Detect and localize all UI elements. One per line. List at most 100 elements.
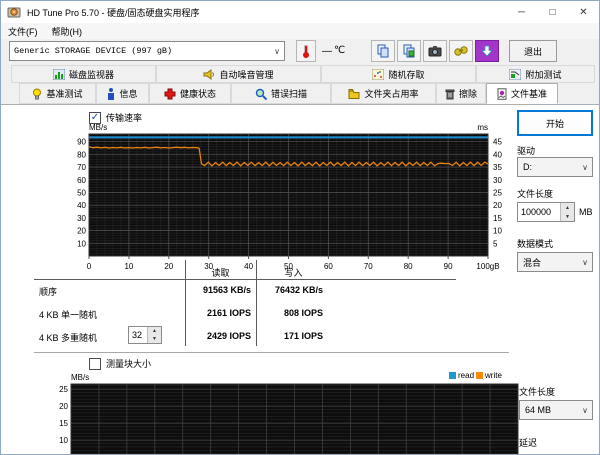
copy-icon [376,44,390,58]
tab-row-primary: 基准测试 信息 健康状态 错误扫描 文件夹占用率 擦除 文件基准 [19,83,558,104]
device-select-value: Generic STORAGE DEVICE (997 gB) [14,46,172,56]
menu-help[interactable]: 帮助(H) [45,25,90,38]
row-4k-multi-write: 171 IOPS [263,331,323,341]
stepper-up-icon: ▲ [148,327,161,335]
file-length2-select[interactable]: 64 MB ∨ [519,400,593,420]
svg-text:90: 90 [77,138,86,147]
tab-label: 文件夹占用率 [364,87,418,100]
svg-text:100gB: 100gB [476,262,499,271]
save-screenshot-button[interactable] [449,40,473,62]
row-sequential-write: 76432 KB/s [263,285,323,295]
svg-text:10: 10 [59,436,68,445]
file-length-stepper[interactable]: 100000 ▲▼ [517,202,575,222]
temperature-button[interactable] [296,40,316,62]
chevron-down-icon: ∨ [582,406,588,415]
drive-select-value: D: [523,162,532,172]
copy-results-button[interactable] [397,40,421,62]
queue-depth-stepper[interactable]: 32 ▲▼ [128,326,162,344]
tab-row-secondary: 磁盘监视器 自动噪音管理 随机存取 附加测试 [11,65,595,83]
chevron-down-icon: ∨ [274,47,280,56]
binoculars-icon [454,45,468,57]
temperature-unit: ℃ [334,45,345,56]
transfer-rate-chart: MB/sms9080706050403020104540353025201510… [56,117,506,272]
svg-text:MB/s: MB/s [89,123,107,132]
svg-text:5: 5 [493,239,498,248]
tab-folder-usage[interactable]: 文件夹占用率 [331,83,436,104]
svg-text:40: 40 [493,150,502,159]
tab-extra-tests[interactable]: 附加测试 [476,65,595,83]
device-select[interactable]: Generic STORAGE DEVICE (997 gB) ∨ [9,41,285,61]
svg-text:20: 20 [77,227,86,236]
health-cross-icon [164,88,176,100]
table-header-rule [34,279,456,280]
tab-label: 基准测试 [46,87,82,100]
row-4k-single-write: 808 IOPS [263,308,323,318]
table-col-write: 写入 [256,266,331,279]
svg-text:40: 40 [77,201,86,210]
file-length-unit: MB [579,207,593,217]
copy-button[interactable] [371,40,395,62]
drive-label: 驱动 [517,144,535,157]
svg-text:35: 35 [493,163,502,172]
data-mode-select[interactable]: 混合 ∨ [517,252,593,272]
folder-icon [348,88,360,99]
stepper-down-icon: ▼ [561,212,574,221]
row-4k-multi-label: 4 KB 多重随机 [39,331,97,344]
stepper-arrows[interactable]: ▲▼ [147,327,161,343]
tab-error-scan[interactable]: 错误扫描 [231,83,331,104]
extra-tests-icon [509,69,521,80]
tab-erase[interactable]: 擦除 [436,83,486,104]
update-button[interactable] [475,40,499,62]
file-benchmark-icon [497,88,507,100]
tab-random-access[interactable]: 随机存取 [321,65,476,83]
camera-icon [428,45,442,57]
speaker-icon [203,69,215,80]
svg-text:50: 50 [77,188,86,197]
tab-label: 擦除 [459,87,477,100]
start-button[interactable]: 开始 [517,110,593,136]
file-benchmark-panel: ✓ 传输速率 MB/sms908070605040302010454035302… [1,104,600,455]
menu-file[interactable]: 文件(F) [1,25,45,38]
queue-depth-value: 32 [129,330,147,340]
tab-disk-monitor[interactable]: 磁盘监视器 [11,65,156,83]
tab-info[interactable]: 信息 [96,83,149,104]
svg-text:80: 80 [77,150,86,159]
tab-label: 信息 [119,87,137,100]
tab-aam[interactable]: 自动噪音管理 [156,65,321,83]
close-button[interactable]: ✕ [568,1,599,23]
window-title: HD Tune Pro 5.70 - 硬盘/固态硬盘实用程序 [27,6,200,19]
svg-text:20: 20 [59,402,68,411]
svg-text:80: 80 [404,262,413,271]
disk-monitor-icon [53,69,65,80]
lightbulb-icon [32,88,42,100]
row-sequential-label: 顺序 [39,285,57,298]
svg-text:70: 70 [77,163,86,172]
stepper-arrows[interactable]: ▲▼ [560,203,574,221]
data-mode-label: 数据模式 [517,237,553,250]
app-icon [7,5,21,19]
drive-select[interactable]: D: ∨ [517,157,593,177]
svg-text:10: 10 [124,262,133,271]
tab-file-benchmark[interactable]: 文件基准 [486,83,558,104]
exit-button[interactable]: 退出 [509,40,557,62]
trash-icon [445,88,455,100]
tab-label: 磁盘监视器 [69,68,114,81]
tab-benchmark[interactable]: 基准测试 [19,83,96,104]
title-bar: HD Tune Pro 5.70 - 硬盘/固态硬盘实用程序 ─ □ ✕ [1,1,599,23]
svg-text:15: 15 [59,419,68,428]
svg-text:20: 20 [493,201,502,210]
screenshot-button[interactable] [423,40,447,62]
tab-label: 健康状态 [180,87,216,100]
minimize-button[interactable]: ─ [506,1,537,23]
tab-label: 文件基准 [511,87,547,100]
svg-text:15: 15 [493,214,502,223]
chevron-down-icon: ∨ [582,258,588,267]
maximize-button[interactable]: □ [537,1,568,23]
thermometer-icon [301,43,311,59]
copy-add-icon [402,44,416,58]
temperature-value: — [322,46,332,57]
tab-health[interactable]: 健康状态 [149,83,231,104]
data-mode-value: 混合 [523,256,541,269]
svg-text:90: 90 [444,262,453,271]
tab-label: 随机存取 [388,68,424,81]
